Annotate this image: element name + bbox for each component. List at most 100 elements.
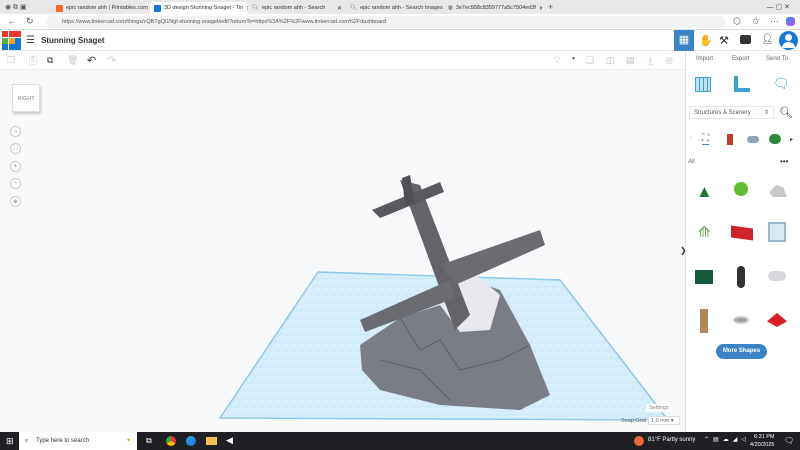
window-controls[interactable]: — ▢ ✕ (767, 3, 800, 11)
column-shape[interactable] (700, 309, 708, 333)
notes-icon[interactable]: 🗨︎ (773, 76, 790, 92)
rock-shape[interactable] (769, 185, 787, 197)
clock-date[interactable]: 4/20/2025 (750, 442, 774, 448)
bricks-icon[interactable] (740, 35, 751, 44)
shapes-panel: Import Export Send To 🗨︎ Structures & Sc… (685, 51, 800, 432)
edge-icon[interactable] (186, 436, 196, 446)
clock-time[interactable]: 6:31 PM (754, 434, 774, 440)
snap-grid-value: 1.0 mm (651, 418, 670, 424)
cloud-shape[interactable] (768, 271, 786, 281)
design-menu-icon[interactable]: ☰ (26, 35, 35, 46)
more-options-icon[interactable]: ••• (780, 157, 788, 166)
system-tray-icons[interactable]: ⌃▤☁◢◁ (704, 436, 750, 443)
tab-label: 3e7ec958c8359777a5c7504ed3f (455, 5, 536, 11)
scene (218, 175, 670, 421)
design-title[interactable]: Stunning Snaget (41, 36, 105, 45)
tinkercad-header: ☰ Stunning Snaget ▦ ✋ ⚒ 👤︎ (0, 30, 800, 51)
manhole-shape[interactable] (733, 316, 749, 324)
taskbar-search-input[interactable]: ⌕ Type here to search ✦ (19, 432, 137, 450)
notifications-icon[interactable]: 🗨︎ (784, 436, 794, 445)
mirror-icon[interactable]: ⏃ (646, 55, 655, 68)
shape-filter-nature-icon[interactable] (769, 134, 781, 144)
redo-icon[interactable]: ↷ (107, 54, 116, 67)
window-controls-left[interactable]: ◉ ⧉ ▣ (0, 3, 52, 12)
weather-text[interactable]: 81°F Partly sunny (648, 437, 695, 443)
blocks-pickaxe-icon[interactable]: ⚒ (719, 34, 729, 47)
ungroup-icon[interactable]: ◫ (606, 55, 615, 66)
chalkboard-shape[interactable] (695, 270, 713, 284)
snap-grid-label: Snap Grid (621, 418, 646, 424)
scroll-left-icon[interactable]: ‹ (690, 136, 692, 142)
browser-tab-bar: ◉ ⧉ ▣ epic random ahh | Printables.com✕ … (0, 0, 800, 14)
category-value: Structures & Scenery (694, 110, 751, 116)
settings-button[interactable]: Settings (646, 404, 672, 412)
shape-filter-vehicles-icon[interactable] (747, 136, 759, 143)
3d-design-view-button[interactable]: ▦ (674, 30, 694, 51)
snap-grid-select[interactable]: 1.0 mm ▾ (648, 416, 680, 425)
workplane-icon[interactable] (695, 77, 711, 92)
export-button[interactable]: Export (732, 56, 749, 62)
file-explorer-icon[interactable] (206, 437, 217, 445)
light-bulb-icon[interactable]: 💡︎ (554, 55, 560, 66)
tab-favicon-icon (56, 4, 63, 12)
import-button[interactable]: Import (696, 56, 713, 62)
app-icon[interactable]: ◀ (226, 435, 233, 446)
search-favicon-icon: 🔍︎ (350, 5, 357, 11)
refresh-icon[interactable]: ↻ (26, 16, 34, 27)
send-to-button[interactable]: Send To (766, 56, 788, 62)
edit-toolbar: ❐ 📋︎ ⧉ 🗑︎ ↶ ↷ 💡︎ ▼ ❏ ◫ ▤ ⏃ ◎ (0, 51, 685, 70)
tab-favicon-icon (154, 4, 161, 12)
roof-shape[interactable] (767, 313, 787, 327)
tab-label: epic random ahh - Search Images (359, 5, 443, 11)
back-icon[interactable]: ← (7, 16, 16, 26)
search-placeholder: Type here to search (36, 438, 90, 444)
window-shape[interactable] (768, 222, 786, 242)
extensions-icon[interactable]: ⬡ (733, 16, 741, 27)
task-view-icon[interactable]: ⧉ (146, 436, 152, 446)
more-shapes-button[interactable]: More Shapes (716, 344, 767, 359)
close-tab-icon[interactable]: ✕ (539, 5, 542, 12)
cruise-icon[interactable]: ◎ (665, 55, 673, 66)
delete-icon[interactable]: 🗑︎ (67, 55, 78, 66)
round-tree-shape[interactable] (734, 182, 748, 196)
conifer-shape[interactable]: ⟰ (698, 223, 711, 241)
add-user-icon[interactable]: 👤︎ (761, 34, 774, 45)
close-tab-icon[interactable]: ✕ (337, 5, 342, 12)
paste-icon[interactable]: 📋︎ (27, 55, 38, 66)
shape-filter-all-icon[interactable]: ⛶ (702, 133, 709, 145)
favorites-icon[interactable]: ✩ (752, 16, 760, 27)
search-icon[interactable]: 🔍︎ (779, 106, 793, 119)
pine-tree-shape[interactable]: ▲ (696, 182, 713, 202)
fence-shape[interactable] (731, 225, 753, 241)
3d-workplane-viewport[interactable]: RIGHT ⌂ ⛶ + − ◈ Settings Snap Grid 1.0 m… (0, 70, 687, 432)
url-input[interactable]: https://www.tinkercad.com/things/cQBTgQl… (46, 16, 726, 28)
avatar[interactable] (779, 31, 798, 50)
browser-tab[interactable]: ◍ 3e7ec958c8359777a5c7504ed3f ✕ (444, 2, 542, 14)
shape-category-select[interactable]: Structures & Scenery ⇕ (689, 106, 774, 119)
windows-start-icon[interactable]: ⊞ (6, 436, 14, 447)
weather-icon (634, 436, 644, 446)
airplane-right-wing (440, 230, 545, 285)
new-tab-button[interactable]: + (548, 2, 553, 12)
tinkercad-logo[interactable] (2, 31, 21, 50)
shape-filter-objects-icon[interactable] (727, 134, 733, 145)
copy-icon[interactable]: ❐ (7, 55, 15, 66)
windows-taskbar: ⊞ ⌕ Type here to search ✦ ⧉ ◀ 81°F Partly … (0, 432, 800, 450)
align-icon[interactable]: ▤ (626, 55, 635, 66)
ruler-icon[interactable] (734, 76, 750, 92)
chain-shape[interactable] (737, 266, 745, 288)
group-icon[interactable]: ❏ (586, 55, 594, 66)
browser-tab[interactable]: epic random ahh | Printables.com✕ (52, 2, 150, 14)
browser-tab[interactable]: 🔍︎ epic random ahh - Search ✕ (248, 2, 346, 14)
browser-tab[interactable]: 🔍︎epic random ahh - Search Images✕ (346, 2, 444, 14)
more-menu-icon[interactable]: ⋯ (770, 16, 779, 27)
browser-tab-active[interactable]: 3D design Stunning Snaget - Tin✕ (150, 2, 248, 14)
chrome-icon[interactable] (166, 436, 176, 446)
undo-icon[interactable]: ↶ (87, 54, 96, 67)
copilot-icon[interactable] (786, 17, 795, 26)
chevron-down-icon[interactable]: ▼ (571, 56, 576, 62)
url-text: https://www.tinkercad.com/things/cQBTgQl… (62, 19, 387, 25)
duplicate-icon[interactable]: ⧉ (47, 55, 53, 66)
scroll-right-icon[interactable]: ▸ (790, 136, 793, 143)
sim-lab-icon[interactable]: ✋ (699, 34, 713, 47)
